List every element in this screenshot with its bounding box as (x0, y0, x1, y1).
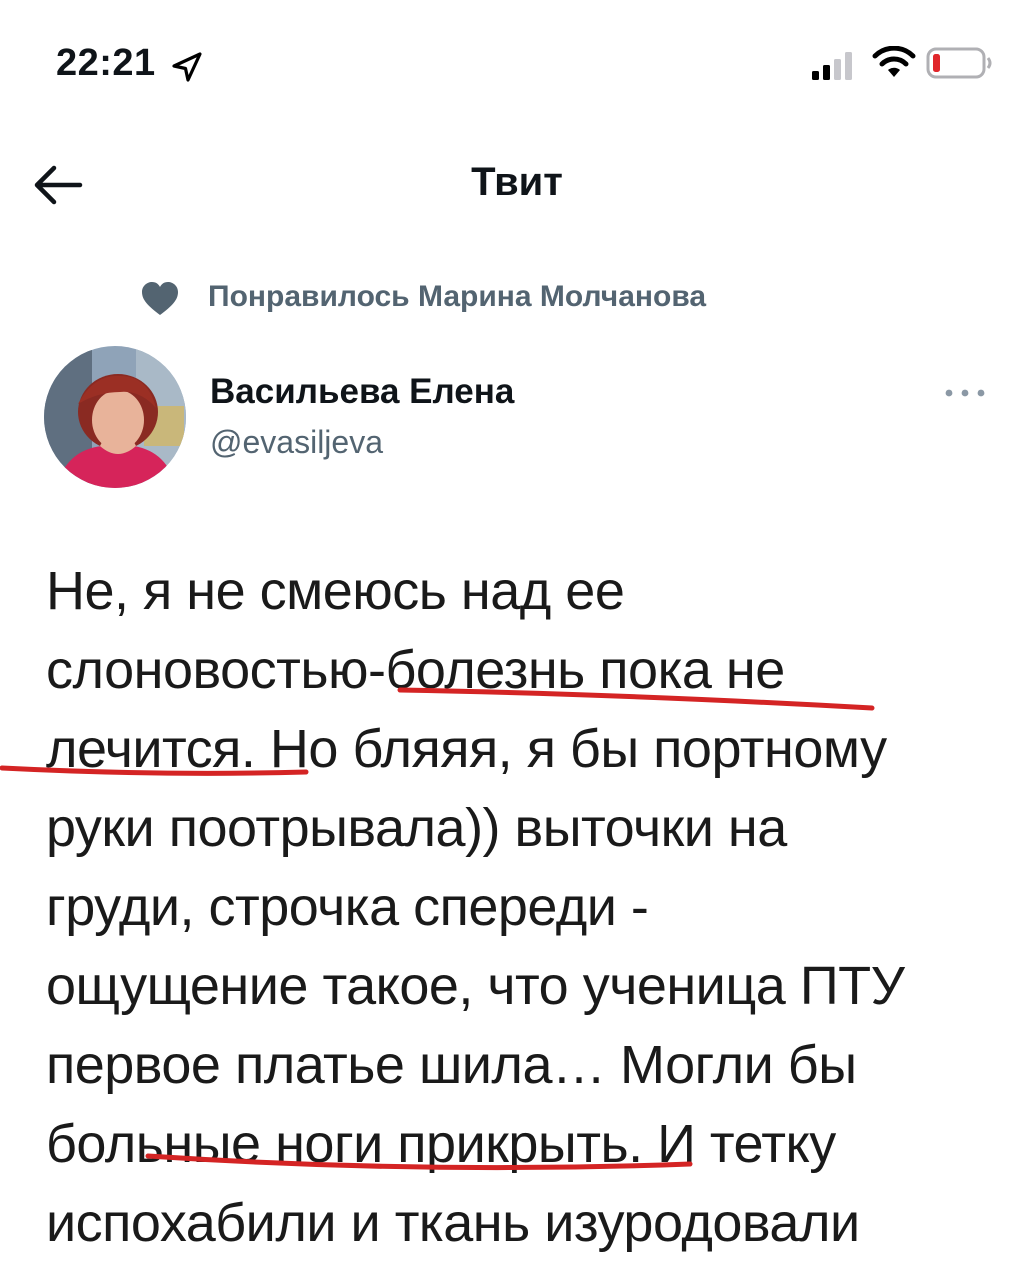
location-arrow-icon (172, 52, 202, 82)
avatar-photo (44, 346, 186, 488)
tweet-text: Не, я не смеюсь над ее слоновостью-болез… (46, 552, 1006, 1263)
battery-low-icon (926, 47, 992, 79)
author-name[interactable]: Васильева Елена (210, 372, 514, 412)
liked-by-text: Понравилось Марина Молчанова (208, 280, 707, 313)
tweet-text-line: испохабили и ткань изуродовали (46, 1193, 860, 1253)
more-options-ellipsis-icon[interactable] (940, 376, 990, 410)
tweet-text-line: руки поотрывала)) выточки на (46, 798, 787, 858)
tweet-text-line: груди, строчка спереди - (46, 877, 649, 937)
cellular-signal-icon (812, 52, 852, 80)
wifi-icon (872, 46, 916, 77)
tweet-detail-screen: 22:21 Твит Понравилось Марина Молчанова … (0, 0, 1034, 1280)
author-handle[interactable]: @evasiljeva (210, 424, 383, 461)
tweet-text-line: первое платье шила… Могли бы (46, 1035, 857, 1095)
status-bar: 22:21 (0, 0, 1034, 130)
tweet-text-line: лечится. Но бляяя, я бы портному (46, 719, 887, 779)
heart-icon (142, 282, 178, 315)
tweet-text-line: ощущение такое, что ученица ПТУ (46, 956, 905, 1016)
page-title: Твит (471, 160, 563, 204)
tweet-text-line: слоновостью-болезнь пока не (46, 640, 785, 700)
status-time: 22:21 (56, 42, 156, 84)
avatar[interactable] (44, 346, 186, 488)
tweet-text-line: больные ноги прикрыть. И тетку (46, 1114, 836, 1174)
tweet-text-line: Не, я не смеюсь над ее (46, 561, 625, 621)
